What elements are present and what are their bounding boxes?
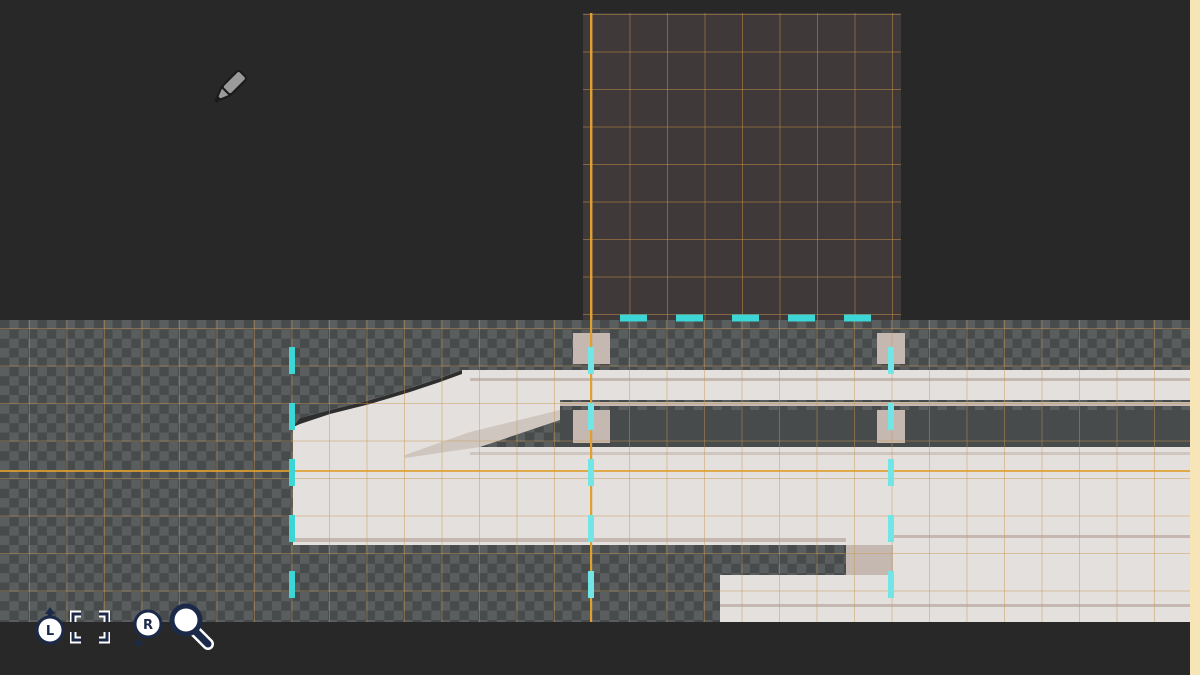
r-button-label: R bbox=[143, 618, 153, 633]
zoom-icon bbox=[169, 603, 214, 650]
r-button-control[interactable]: R bbox=[130, 608, 164, 648]
pen-icon bbox=[213, 70, 247, 104]
l-button-label: L bbox=[46, 624, 54, 639]
r-button-icon: R bbox=[133, 609, 163, 646]
zoom-button[interactable] bbox=[168, 602, 214, 650]
fit-screen-button[interactable] bbox=[69, 610, 111, 644]
guides-layer bbox=[0, 13, 1190, 622]
l-button-control[interactable]: L bbox=[34, 606, 66, 646]
right-panel-edge bbox=[1190, 0, 1200, 675]
l-button-icon: L bbox=[35, 607, 65, 645]
fit-screen-icon bbox=[69, 610, 111, 644]
